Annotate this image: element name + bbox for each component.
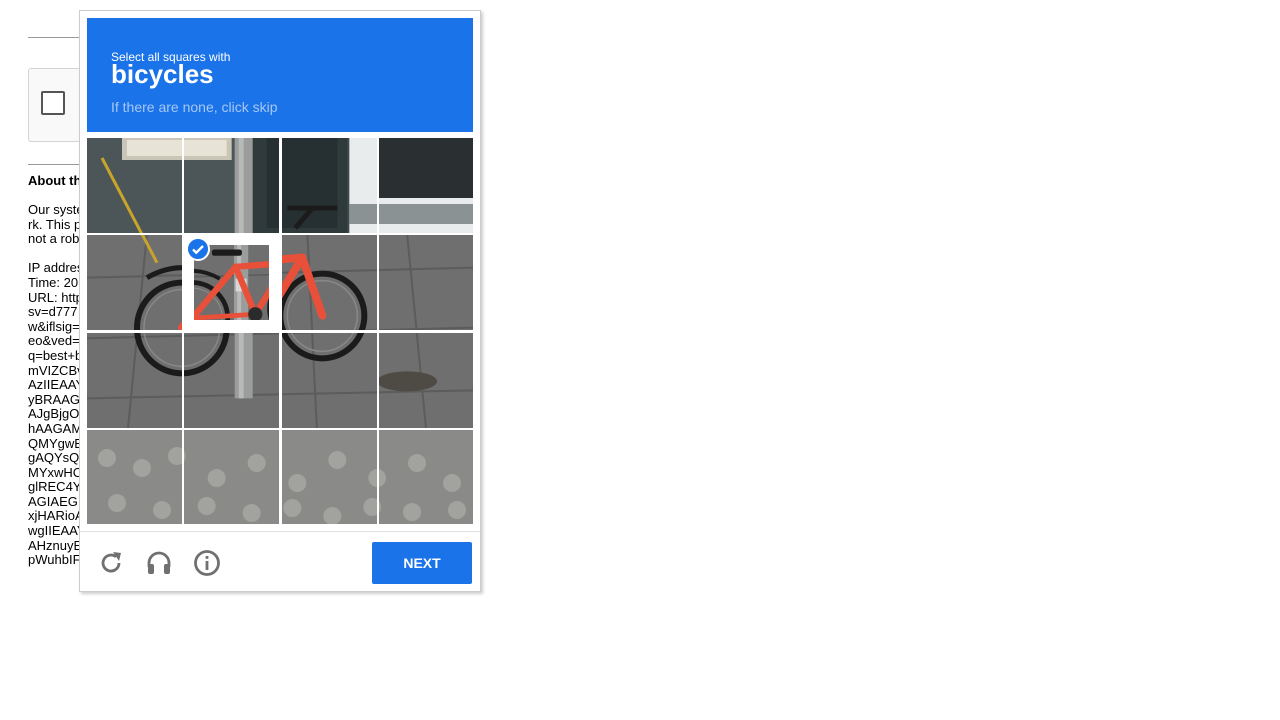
about-text-line: yBRAAG — [28, 391, 81, 407]
tile-image — [87, 235, 182, 330]
about-text-line: AHznuyE — [28, 537, 83, 553]
about-text-line: URL: http — [28, 289, 83, 305]
image-tile[interactable] — [379, 430, 473, 524]
tile-image — [282, 138, 377, 233]
tile-image — [379, 235, 473, 330]
tile-image — [379, 138, 473, 233]
target-object: bicycles — [111, 59, 214, 89]
image-tile[interactable] — [282, 333, 377, 428]
footer-divider — [80, 531, 480, 532]
about-text-line: glREC4Y — [28, 479, 82, 495]
image-tile[interactable] — [184, 333, 279, 428]
about-text-line: eo&ved= — [28, 333, 80, 349]
tile-image — [379, 430, 473, 524]
tile-image — [87, 138, 182, 233]
image-grid — [87, 138, 473, 524]
headphones-icon[interactable] — [145, 549, 173, 577]
about-text-line: mVIZCBv — [28, 362, 84, 378]
about-text-line: xjHARioA — [28, 508, 84, 524]
image-tile[interactable] — [379, 235, 473, 330]
image-tile[interactable] — [87, 138, 182, 233]
about-text: Our syste rk. This p not a rob IP addres Ti… — [28, 202, 86, 568]
tile-image — [87, 430, 182, 524]
challenge-header: Select all squares with bicycles If ther… — [87, 18, 473, 132]
tile-image — [87, 333, 182, 428]
image-tile[interactable] — [184, 235, 280, 331]
about-text-line — [28, 247, 86, 262]
about-text-line: Time: 20 — [28, 274, 79, 290]
about-text-line: hAAGAM — [28, 420, 83, 436]
image-tile[interactable] — [184, 430, 279, 524]
checkmark-icon — [186, 237, 211, 262]
about-text-line: rk. This p — [28, 216, 82, 232]
tile-image — [379, 333, 473, 428]
about-text-line: AzIIEAAY — [28, 377, 85, 393]
about-text-line: sv=d777 — [28, 304, 78, 320]
about-text-line: Our syste — [28, 202, 84, 217]
image-tile[interactable] — [282, 430, 377, 524]
tile-image — [184, 138, 279, 233]
captcha-challenge-dialog: Select all squares with bicycles If ther… — [79, 10, 481, 592]
about-text-line: w&iflsig= — [28, 318, 80, 334]
image-tile[interactable] — [87, 235, 182, 330]
image-tile[interactable] — [379, 333, 473, 428]
about-text-line: gAQYsQ — [28, 450, 80, 466]
about-text-line: wgIIEAAY — [28, 523, 86, 539]
image-tile[interactable] — [184, 138, 279, 233]
info-icon[interactable] — [193, 549, 221, 577]
about-text-line: pWuhbIF — [28, 552, 81, 568]
tile-image — [282, 430, 377, 524]
about-text-line: AJgBjgO — [28, 406, 80, 422]
about-text-line: IP addres — [28, 260, 84, 276]
about-text-line: QMYgwE — [28, 435, 83, 451]
about-text-line: not a rob — [28, 231, 80, 247]
im-not-robot-checkbox[interactable] — [41, 91, 65, 115]
image-tile[interactable] — [282, 138, 377, 233]
tile-image — [282, 333, 377, 428]
image-tile[interactable] — [87, 430, 182, 524]
tile-image — [282, 235, 377, 330]
image-tile[interactable] — [379, 138, 473, 233]
tile-image — [184, 333, 279, 428]
image-tile[interactable] — [87, 333, 182, 428]
about-title: About th — [28, 173, 82, 188]
about-text-line: AGIAEG — [28, 493, 78, 509]
reload-icon[interactable] — [97, 549, 125, 577]
skip-hint: If there are none, click skip — [111, 99, 278, 115]
tile-image — [184, 430, 279, 524]
about-text-line: MYxwHC — [28, 464, 83, 480]
about-text-line: q=best+b — [28, 347, 83, 363]
image-tile[interactable] — [282, 235, 377, 330]
next-button[interactable]: NEXT — [372, 542, 472, 584]
